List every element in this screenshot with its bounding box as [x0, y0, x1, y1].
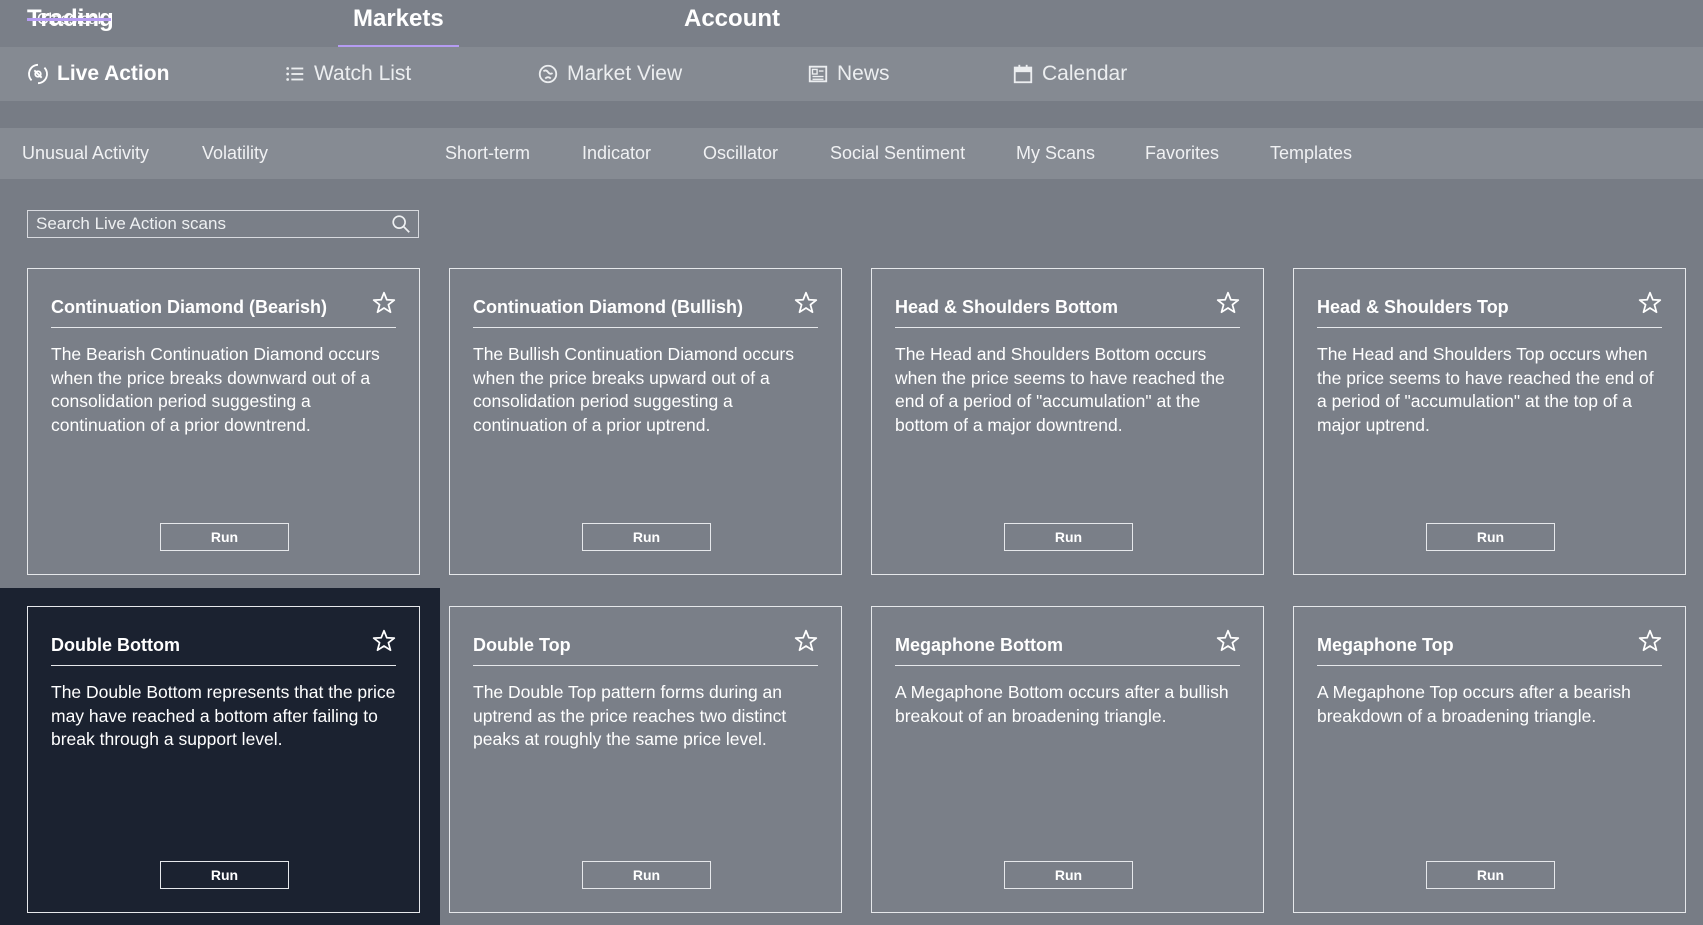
scan-card-divider	[473, 665, 818, 666]
star-icon[interactable]	[1215, 628, 1241, 654]
scan-card[interactable]: Continuation Diamond (Bearish) The Beari…	[27, 268, 420, 575]
scan-card[interactable]: Megaphone Bottom A Megaphone Bottom occu…	[871, 606, 1264, 913]
run-button[interactable]: Run	[1426, 861, 1555, 889]
tab-favorites[interactable]: Favorites	[1145, 128, 1219, 179]
run-button[interactable]: Run	[582, 861, 711, 889]
globe-icon	[538, 64, 558, 84]
search-input[interactable]	[28, 211, 390, 237]
top-nav: Trading Markets Account	[0, 0, 1703, 47]
scan-card-divider	[473, 327, 818, 328]
star-icon[interactable]	[793, 628, 819, 654]
scan-card-title: Continuation Diamond (Bullish)	[473, 297, 743, 317]
tab-unusual-activity[interactable]: Unusual Activity	[22, 128, 149, 179]
tab-oscillator[interactable]: Oscillator	[703, 128, 778, 179]
scan-card-description: A Megaphone Bottom occurs after a bullis…	[895, 682, 1229, 726]
search-box	[27, 210, 419, 238]
scan-card[interactable]: Megaphone Top A Megaphone Top occurs aft…	[1293, 606, 1686, 913]
sub-nav-calendar[interactable]: Calendar	[1012, 47, 1127, 101]
sub-nav-market-view[interactable]: Market View	[537, 47, 682, 101]
scan-card-description: The Double Top pattern forms during an u…	[473, 682, 787, 749]
scan-card-divider	[1317, 327, 1662, 328]
sub-nav: Live Action Watch List Market View News	[0, 47, 1703, 101]
scan-card[interactable]: Continuation Diamond (Bullish) The Bulli…	[449, 268, 842, 575]
star-icon[interactable]	[1215, 290, 1241, 316]
scan-card-description: The Double Bottom represents that the pr…	[51, 682, 396, 749]
scan-card-description: A Megaphone Top occurs after a bearish b…	[1317, 682, 1631, 726]
scan-card-description: The Bullish Continuation Diamond occurs …	[473, 344, 794, 435]
sub-nav-watch-list[interactable]: Watch List	[284, 47, 411, 101]
star-icon[interactable]	[1637, 628, 1663, 654]
top-nav-account[interactable]: Account	[684, 0, 780, 47]
live-action-icon	[28, 63, 48, 85]
scan-card-title: Continuation Diamond (Bearish)	[51, 297, 327, 317]
calendar-icon	[1013, 64, 1033, 84]
scan-card-title: Head & Shoulders Bottom	[895, 297, 1119, 317]
sub-nav-news[interactable]: News	[807, 47, 890, 101]
sub-nav-news-label: News	[837, 62, 890, 85]
tab-templates[interactable]: Templates	[1270, 128, 1352, 179]
scan-card-description: The Head and Shoulders Bottom occurs whe…	[895, 344, 1225, 435]
star-icon[interactable]	[371, 290, 397, 316]
tab-volatility[interactable]: Volatility	[202, 128, 268, 179]
scan-card[interactable]: Head & Shoulders Top The Head and Should…	[1293, 268, 1686, 575]
tab-classical[interactable]: Classical	[26, 11, 112, 29]
tab-short-term[interactable]: Short-term	[445, 128, 530, 179]
tab-social-sentiment[interactable]: Social Sentiment	[830, 128, 965, 179]
scan-card-divider	[895, 665, 1240, 666]
sub-nav-calendar-label: Calendar	[1042, 62, 1128, 85]
scan-card[interactable]: Double Bottom The Double Bottom represen…	[27, 606, 420, 913]
run-button[interactable]: Run	[160, 523, 289, 551]
category-tabs: Unusual Activity Volatility Short-term I…	[0, 128, 1703, 179]
star-icon[interactable]	[793, 290, 819, 316]
scan-card-divider	[51, 327, 396, 328]
sub-nav-watch-list-label: Watch List	[314, 62, 412, 85]
newspaper-icon	[808, 65, 828, 83]
star-icon[interactable]	[371, 628, 397, 654]
run-button[interactable]: Run	[1426, 523, 1555, 551]
scan-card-divider	[1317, 665, 1662, 666]
scan-card-description: The Head and Shoulders Top occurs when t…	[1317, 344, 1654, 435]
scan-card[interactable]: Head & Shoulders Bottom The Head and Sho…	[871, 268, 1264, 575]
sub-nav-live-action[interactable]: Live Action	[27, 47, 169, 101]
scan-card-title: Double Bottom	[51, 635, 180, 655]
tab-my-scans[interactable]: My Scans	[1016, 128, 1095, 179]
scan-card-title: Head & Shoulders Top	[1317, 297, 1509, 317]
top-nav-markets[interactable]: Markets	[338, 0, 459, 47]
list-icon	[286, 67, 304, 81]
run-button[interactable]: Run	[1004, 861, 1133, 889]
scan-card[interactable]: Double Top The Double Top pattern forms …	[449, 606, 842, 913]
scan-card-description: The Bearish Continuation Diamond occurs …	[51, 344, 380, 435]
sub-nav-market-view-label: Market View	[567, 62, 683, 85]
scan-card-title: Megaphone Top	[1317, 635, 1454, 655]
star-icon[interactable]	[1637, 290, 1663, 316]
run-button[interactable]: Run	[160, 861, 289, 889]
run-button[interactable]: Run	[582, 523, 711, 551]
scan-card-title: Double Top	[473, 635, 571, 655]
search-icon[interactable]	[390, 213, 412, 235]
scan-card-divider	[895, 327, 1240, 328]
tab-indicator[interactable]: Indicator	[582, 128, 651, 179]
sub-nav-live-action-label: Live Action	[57, 62, 170, 85]
scan-card-divider	[51, 665, 396, 666]
run-button[interactable]: Run	[1004, 523, 1133, 551]
scan-card-title: Megaphone Bottom	[895, 635, 1063, 655]
